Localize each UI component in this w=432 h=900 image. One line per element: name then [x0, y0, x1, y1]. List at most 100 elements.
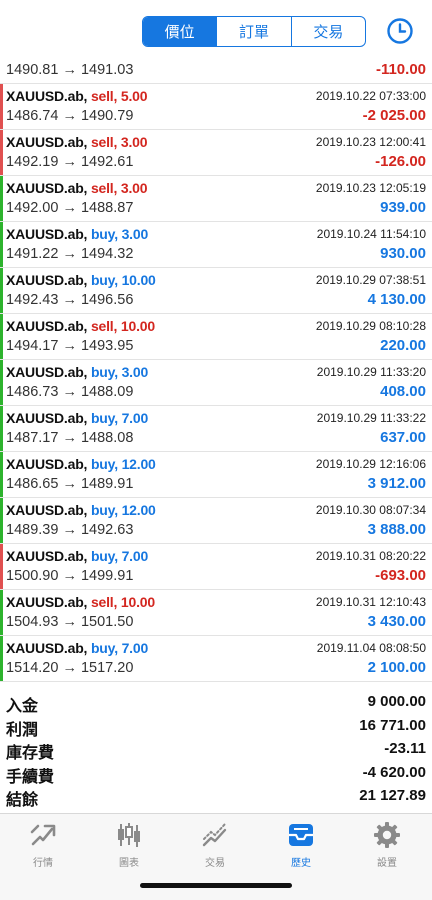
trade-side: buy, 12.00 [91, 502, 156, 518]
trade-profit: 220.00 [380, 337, 426, 354]
trade-symbol: XAUUSD.ab [6, 548, 84, 564]
trade-symbol: XAUUSD.ab [6, 364, 84, 380]
trade-prices: 1491.22 → 1494.32 [6, 246, 134, 262]
trade-title: XAUUSD.ab, sell, 5.00 [6, 88, 148, 104]
trade-prices: 1494.17 → 1493.95 [6, 338, 134, 354]
trade-volume: 7.00 [121, 548, 149, 564]
trade-profit: 637.00 [380, 429, 426, 446]
trade-row[interactable]: XAUUSD.ab, buy, 12.00 1489.39 → 1492.63 20… [0, 498, 432, 544]
top-bar: 價位 訂單 交易 [0, 0, 432, 60]
trade-title: XAUUSD.ab, sell, 3.00 [6, 134, 148, 150]
result-indicator-bar [0, 360, 3, 405]
result-indicator-bar [0, 268, 3, 313]
trade-profit: 939.00 [380, 199, 426, 216]
trade-date: 2019.10.31 12:10:43 [315, 595, 426, 609]
trade-side: sell, 10.00 [91, 594, 155, 610]
trade-side: sell, 5.00 [91, 88, 148, 104]
clock-icon[interactable] [386, 17, 414, 45]
trade-profit: 3 888.00 [367, 521, 426, 538]
trade-date: 2019.11.04 08:08:50 [316, 641, 426, 655]
result-indicator-bar [0, 452, 3, 497]
trade-side-text: buy [90, 456, 115, 472]
trade-row[interactable]: XAUUSD.ab, buy, 7.00 1514.20 → 1517.20 201… [0, 636, 432, 682]
trade-profit: 3 430.00 [367, 613, 426, 630]
summary-value: 9 000.00 [367, 693, 426, 710]
trade-row[interactable]: XAUUSD.ab, buy, 3.00 1486.73 → 1488.09 201… [0, 360, 432, 406]
trade-volume: 5.00 [120, 88, 148, 104]
trade-title: XAUUSD.ab, buy, 7.00 [6, 548, 148, 564]
trade-profit: 930.00 [380, 245, 426, 262]
tab-trade[interactable]: 交易 [172, 820, 258, 869]
comma: , [114, 502, 122, 518]
trade-prices: 1487.17 → 1488.08 [6, 430, 134, 446]
trade-profit: -126.00 [375, 153, 426, 170]
trade-volume: 3.00 [120, 134, 148, 150]
summary-value: 16 771.00 [359, 716, 426, 734]
trade-row[interactable]: XAUUSD.ab, sell, 10.00 1494.17 → 1493.95 2… [0, 314, 432, 360]
result-indicator-bar [0, 590, 3, 635]
trade-prices: 1489.39 → 1492.63 [6, 522, 134, 538]
segmented-control: 價位 訂單 交易 [142, 16, 366, 47]
summary-row: 入金 9 000.00 [0, 692, 432, 716]
trade-title: XAUUSD.ab, buy, 12.00 [6, 502, 156, 518]
result-indicator-bar [0, 314, 3, 359]
summary-value: -4 620.00 [362, 763, 426, 781]
home-indicator [140, 883, 292, 888]
tab-chart[interactable]: 圖表 [86, 820, 172, 869]
trade-symbol: XAUUSD.ab [6, 594, 84, 610]
trade-date: 2019.10.29 12:16:06 [315, 457, 426, 471]
trade-row[interactable]: XAUUSD.ab, buy, 7.00 1500.90 → 1499.91 201… [0, 544, 432, 590]
trade-profit: -693.00 [375, 567, 426, 584]
trade-date: 2019.10.29 08:10:28 [315, 319, 426, 333]
tab-history[interactable]: 歷史 [258, 820, 344, 869]
trade-row[interactable]: XAUUSD.ab, buy, 12.00 1486.65 → 1489.91 20… [0, 452, 432, 498]
summary-value: -23.11 [384, 740, 426, 757]
trade-title: XAUUSD.ab, sell, 10.00 [6, 318, 155, 334]
trade-row[interactable]: XAUUSD.ab, buy, 3.00 1491.22 → 1494.32 201… [0, 222, 432, 268]
trade-title: XAUUSD.ab, buy, 3.00 [6, 364, 148, 380]
trade-row[interactable]: XAUUSD.ab, buy, 10.00 1492.43 → 1496.56 20… [0, 268, 432, 314]
trade-prices: 1486.74 → 1490.79 [6, 108, 134, 124]
trade-prices: 1492.00 → 1488.87 [6, 200, 134, 216]
segment-trades[interactable]: 交易 [290, 17, 365, 46]
trade-symbol: XAUUSD.ab [6, 226, 84, 242]
tab-quotes[interactable]: 行情 [0, 820, 86, 869]
trade-prices: 1504.93 → 1501.50 [6, 614, 134, 630]
trade-profit: -2 025.00 [362, 107, 426, 124]
trade-chart-icon [202, 823, 227, 847]
trade-date: 2019.10.22 07:33:00 [315, 89, 426, 103]
trade-side: buy, 3.00 [91, 364, 148, 380]
trade-title: XAUUSD.ab, sell, 3.00 [6, 180, 148, 196]
result-indicator-bar [0, 130, 3, 175]
trade-side-text: buy [90, 640, 115, 656]
trade-row[interactable]: XAUUSD.ab, buy, 7.00 1487.17 → 1488.08 201… [0, 406, 432, 452]
tab-label: 圖表 [119, 858, 139, 869]
trade-date: 2019.10.29 11:33:20 [316, 365, 426, 379]
trade-side: buy, 12.00 [91, 456, 156, 472]
segment-quotes[interactable]: 價位 [143, 17, 217, 46]
summary-label: 手續費 [6, 768, 55, 786]
trade-row[interactable]: XAUUSD.ab, sell, 3.00 1492.00 → 1488.87 20… [0, 176, 432, 222]
comma: , [83, 88, 91, 104]
trade-profit: 408.00 [380, 383, 426, 400]
trade-side-text: sell [90, 318, 114, 334]
trade-side-text: buy [90, 502, 115, 518]
trade-volume: 12.00 [121, 456, 156, 472]
segment-orders[interactable]: 訂單 [216, 17, 290, 46]
tab-label: 歷史 [291, 858, 311, 869]
trade-row[interactable]: XAUUSD.ab, sell, 10.00 1504.93 → 1501.50 2… [0, 590, 432, 636]
history-tray-icon [289, 824, 313, 846]
result-indicator-bar [0, 406, 3, 451]
trade-side: buy, 3.00 [91, 226, 148, 242]
tab-settings[interactable]: 設置 [344, 820, 430, 869]
trade-side: sell, 10.00 [91, 318, 155, 334]
trade-side-text: buy [90, 410, 115, 426]
trade-side-text: sell [90, 594, 114, 610]
comma: , [83, 410, 91, 426]
trade-prices: 1514.20 → 1517.20 [6, 660, 134, 676]
trade-date: 2019.10.23 12:00:41 [315, 135, 426, 149]
trade-date: 2019.10.23 12:05:19 [315, 181, 426, 195]
trade-row[interactable]: XAUUSD.ab, sell, 5.00 1486.74 → 1490.79 20… [0, 84, 432, 130]
trade-row[interactable]: XAUUSD.ab, sell, 3.00 1492.19 → 1492.61 20… [0, 130, 432, 176]
comma: , [113, 88, 121, 104]
